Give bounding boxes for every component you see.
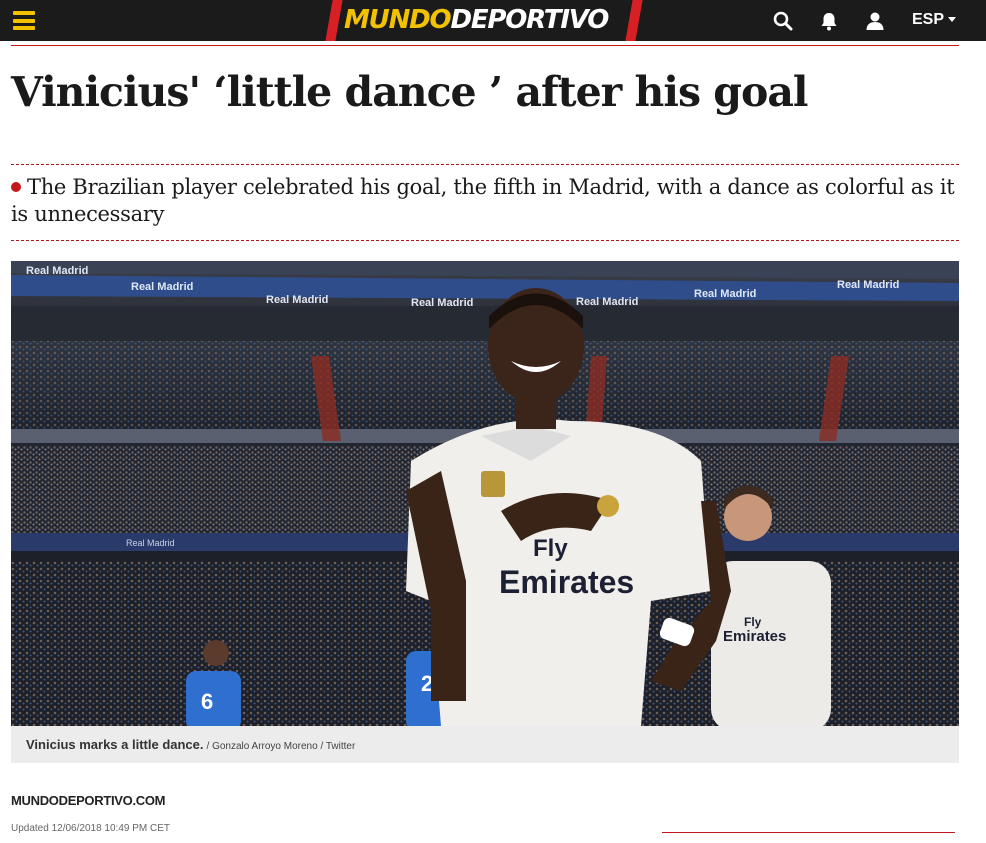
- article-photo[interactable]: Real Madrid Real Madrid Real Madrid Real…: [11, 261, 959, 726]
- svg-text:Emirates: Emirates: [499, 564, 634, 600]
- subtitle-top-divider: [11, 164, 959, 165]
- caption-line: Vinicius marks a little dance. / Gonzalo …: [26, 737, 355, 752]
- logo-left-stripe: [325, 0, 343, 41]
- photo-credit: / Gonzalo Arroyo Moreno / Twitter: [206, 741, 356, 752]
- svg-text:Real Madrid: Real Madrid: [694, 288, 756, 300]
- source-label[interactable]: MUNDODEPORTIVO.COM: [11, 793, 166, 808]
- subtitle-text: The Brazilian player celebrated his goal…: [11, 175, 955, 226]
- article-headline: Vinicius' ‘little dance ’ after his goal: [11, 68, 808, 116]
- svg-text:Real Madrid: Real Madrid: [26, 265, 88, 277]
- svg-text:Fly: Fly: [744, 615, 762, 629]
- photo-caption: Vinicius marks a little dance. / Gonzalo …: [11, 726, 959, 763]
- site-logo[interactable]: MUNDODEPORTIVO: [325, 0, 644, 41]
- photo-illustration: Real Madrid Real Madrid Real Madrid Real…: [11, 261, 959, 726]
- subtitle-bottom-divider: [11, 240, 959, 241]
- sidebar-divider: [662, 832, 955, 833]
- user-icon[interactable]: [864, 10, 886, 32]
- logo-text-deportivo: DEPORTIVO: [450, 5, 609, 35]
- header-divider: [11, 45, 959, 46]
- svg-text:6: 6: [201, 689, 213, 714]
- bullet-icon: [11, 182, 21, 192]
- svg-text:Fly: Fly: [533, 535, 568, 562]
- caret-down-icon: [948, 17, 957, 23]
- updated-timestamp: Updated 12/06/2018 10:49 PM CET: [11, 823, 170, 834]
- svg-text:Real Madrid: Real Madrid: [837, 279, 899, 291]
- svg-text:Emirates: Emirates: [723, 628, 786, 645]
- svg-text:Real Madrid: Real Madrid: [266, 294, 328, 306]
- logo-text: MUNDODEPORTIVO: [344, 4, 609, 36]
- search-icon[interactable]: [772, 10, 794, 32]
- caption-text: Vinicius marks a little dance.: [26, 737, 204, 752]
- logo-text-mundo: MUNDO: [344, 5, 452, 35]
- menu-icon[interactable]: [13, 11, 35, 30]
- svg-text:Real Madrid: Real Madrid: [131, 281, 193, 293]
- article-subtitle: The Brazilian player celebrated his goal…: [11, 174, 959, 228]
- logo-right-stripe: [625, 0, 643, 41]
- language-label: ESP: [912, 11, 945, 28]
- language-selector[interactable]: ESP: [912, 11, 957, 29]
- top-navigation-bar: MUNDODEPORTIVO ESP: [0, 0, 986, 41]
- svg-text:Real Madrid: Real Madrid: [126, 538, 175, 548]
- bell-icon[interactable]: [818, 10, 840, 32]
